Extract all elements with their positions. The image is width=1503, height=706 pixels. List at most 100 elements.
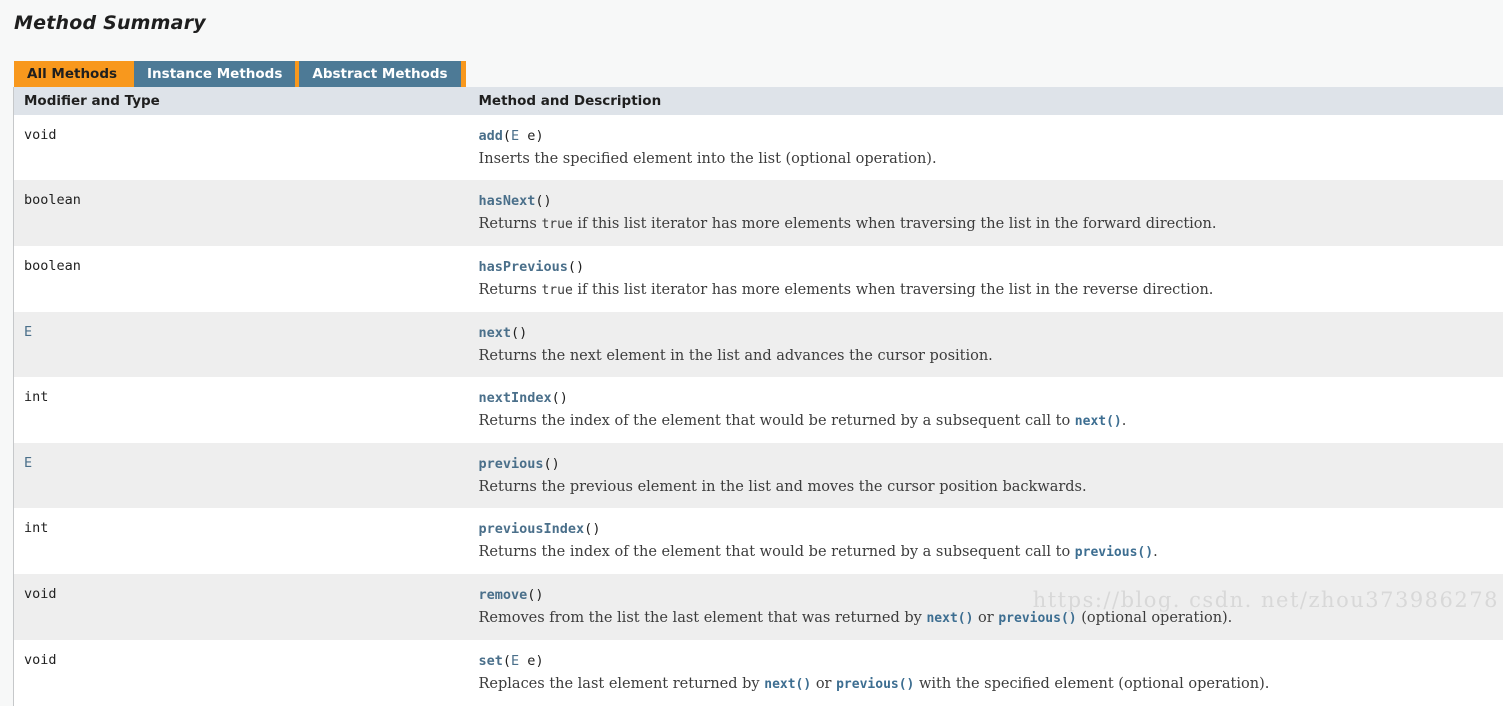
method-name-link[interactable]: hasNext [479,193,536,209]
return-type-text: void [24,586,57,602]
method-signature: remove() [479,586,1503,604]
cell-modifier-and-type: int [13,377,469,443]
tab-abstract-methods[interactable]: Abstract Methods [299,61,461,87]
cell-modifier-and-type: boolean [13,246,469,312]
method-description: Returns the index of the element that wo… [479,412,1503,431]
column-header-method-and-description: Method and Description [468,87,1503,115]
method-summary-table: Modifier and Type Method and Description… [13,87,1503,706]
cell-method-and-description: nextIndex() Returns the index of the elem… [468,377,1503,443]
cell-modifier-and-type: void [13,640,469,706]
tab-instance-methods[interactable]: Instance Methods [134,61,296,87]
cell-modifier-and-type: void [13,574,469,640]
table-row: int previousIndex() Returns the index of t… [13,508,1503,574]
cell-modifier-and-type: E [13,312,469,377]
method-name-link[interactable]: remove [479,587,528,603]
cell-method-and-description: hasPrevious() Returns true if this list i… [468,246,1503,312]
inline-code-link[interactable]: next() [926,611,973,626]
method-description: Returns true if this list iterator has m… [479,215,1503,234]
description-text: Returns the next element in the list and… [478,348,993,364]
description-text: Inserts the specified element into the l… [478,151,937,167]
description-text: . [1153,544,1158,560]
paren-close: ) [559,390,568,406]
cell-modifier-and-type: E [13,443,469,508]
table-row: void set(E e) Replaces the last element re… [13,640,1503,706]
inline-code-link[interactable]: previous() [836,677,914,692]
return-type-link[interactable]: E [24,324,32,340]
paren-open: ( [551,390,560,406]
inline-code-link[interactable]: previous() [1075,545,1153,560]
method-name-link[interactable]: next [479,325,512,341]
description-text: Returns the index of the element that wo… [478,544,1075,560]
return-type-text: void [24,652,57,668]
table-row: boolean hasPrevious() Returns true if this… [13,246,1503,312]
cell-modifier-and-type: int [13,508,469,574]
method-signature: previous() [479,455,1503,473]
table-row: int nextIndex() Returns the index of the e… [13,377,1503,443]
return-type-text: boolean [24,258,81,274]
method-name-link[interactable]: set [479,653,503,669]
table-row: Eprevious() Returns the previous element … [13,443,1503,508]
paren-close: ) [576,259,585,275]
cell-method-and-description: previousIndex() Returns the index of the … [468,508,1503,574]
description-text: Replaces the last element returned by [478,676,765,692]
method-signature: nextIndex() [479,389,1503,407]
method-name-link[interactable]: previous [479,456,544,472]
description-text: or [811,676,837,692]
parameter-name: e [519,128,536,144]
return-type-link[interactable]: E [24,455,32,471]
method-signature: previousIndex() [479,520,1503,538]
return-type-text: int [24,520,49,536]
method-description: Inserts the specified element into the l… [479,150,1503,168]
method-signature: hasNext() [479,192,1503,210]
paren-open: ( [502,128,512,144]
cell-method-and-description: remove() Removes from the list the last e… [468,574,1503,640]
method-description: Removes from the list the last element t… [479,609,1503,628]
description-text: Returns the previous element in the list… [478,479,1087,495]
inline-code-link[interactable]: next() [1075,414,1122,429]
method-name-link[interactable]: add [479,128,503,144]
column-header-modifier-and-type: Modifier and Type [13,87,469,115]
paren-close: ) [551,456,560,472]
method-name-link[interactable]: nextIndex [479,390,552,406]
paren-open: ( [535,193,544,209]
method-description: Returns true if this list iterator has m… [479,281,1503,300]
page-title: Method Summary [14,12,206,34]
method-description: Returns the index of the element that wo… [479,543,1503,562]
return-type-text: void [24,127,57,143]
description-text: Removes from the list the last element t… [478,610,927,626]
method-signature: hasPrevious() [479,258,1503,276]
paren-close: ) [519,325,528,341]
method-signature: set(E e) [479,652,1503,670]
description-text: Returns [478,282,542,298]
inline-code-link[interactable]: next() [764,677,811,692]
inline-code-link[interactable]: previous() [998,611,1076,626]
return-type-text: boolean [24,192,81,208]
paren-close: ) [543,193,552,209]
paren-close: ) [592,521,601,537]
paren-open: ( [511,325,520,341]
method-filter-tabs: All Methods Instance Methods Abstract Meth… [14,61,466,87]
parameter-type-link[interactable]: E [511,653,519,669]
description-text: (optional operation). [1076,610,1233,626]
paren-close: ) [535,587,544,603]
return-type-text: int [24,389,49,405]
paren-open: ( [543,456,552,472]
cell-method-and-description: hasNext() Returns true if this list itera… [468,180,1503,246]
parameter-name: e [519,653,536,669]
method-signature: add(E e) [479,127,1503,145]
table-row: boolean hasNext() Returns true if this lis… [13,180,1503,246]
description-text: if this list iterator has more elements … [572,216,1217,232]
cell-modifier-and-type: void [13,115,469,180]
tab-bar-endcap [460,61,466,87]
method-name-link[interactable]: hasPrevious [479,259,568,275]
tab-all-methods[interactable]: All Methods [14,61,131,87]
method-name-link[interactable]: previousIndex [479,521,585,537]
method-description: Returns the previous element in the list… [479,478,1503,496]
cell-method-and-description: add(E e) Inserts the specified element in… [468,115,1503,180]
cell-method-and-description: next() Returns the next element in the li… [468,312,1503,377]
parameter-type-link[interactable]: E [511,128,519,144]
cell-method-and-description: previous() Returns the previous element i… [468,443,1503,508]
description-text: . [1121,413,1127,429]
table-header-row: Modifier and Type Method and Description [13,87,1503,115]
paren-close: ) [535,653,544,669]
